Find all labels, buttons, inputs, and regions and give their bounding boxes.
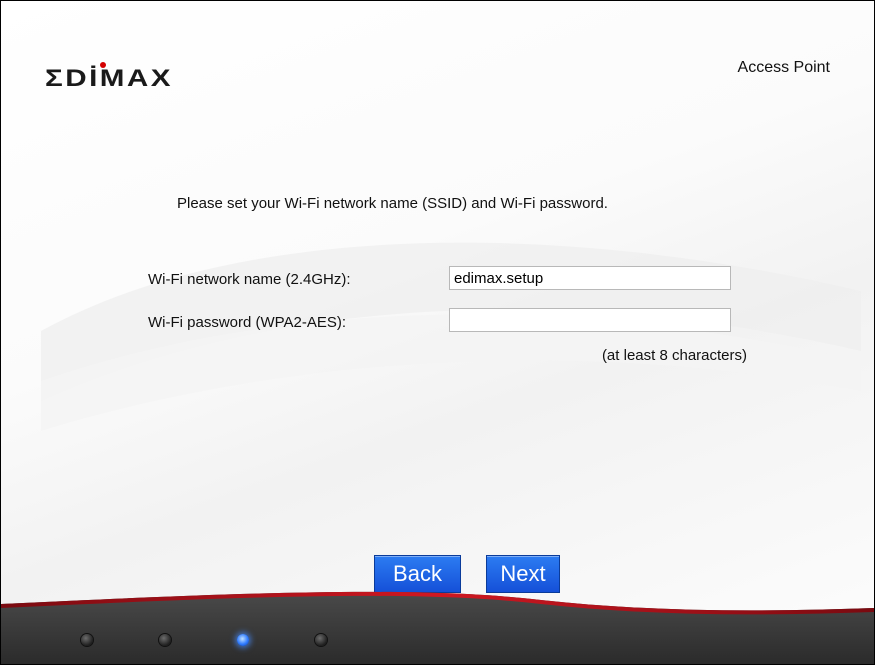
ssid-label: Wi-Fi network name (2.4GHz): — [148, 271, 351, 288]
progress-step-2-indicator — [159, 634, 171, 646]
product-type-label: Access Point — [737, 59, 830, 76]
progress-step-1-indicator — [81, 634, 93, 646]
footer-bar — [1, 591, 874, 664]
svg-text:ΣDİMAX: ΣDİMAX — [45, 65, 173, 91]
password-label: Wi-Fi password (WPA2-AES): — [148, 314, 347, 331]
password-hint: (at least 8 characters) — [601, 347, 747, 364]
edimax-logo: ΣDİMAX — [45, 62, 173, 91]
progress-step-3-indicator-active — [237, 634, 249, 646]
instruction-text: Please set your Wi-Fi network name (SSID… — [177, 195, 608, 212]
ssid-input[interactable] — [449, 266, 731, 290]
progress-step-4-indicator — [315, 634, 327, 646]
setup-wizard-window: ΣDİMAX Access Point Please set your Wi-F… — [0, 0, 875, 665]
password-input[interactable] — [449, 308, 731, 332]
